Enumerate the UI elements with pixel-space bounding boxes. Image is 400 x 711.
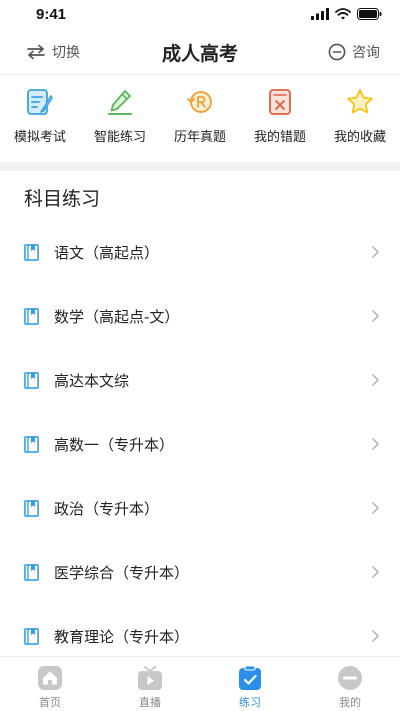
chevron-right-icon <box>372 438 379 450</box>
wifi-icon <box>335 8 351 20</box>
shortcut-label: 我的收藏 <box>333 130 386 145</box>
tab-profile[interactable]: 我的 <box>300 665 400 710</box>
shortcut-label: 我的错题 <box>253 130 306 145</box>
shortcut-favorites[interactable]: 我的收藏 <box>320 84 400 145</box>
star-icon <box>347 89 373 114</box>
shortcut-smart-practice[interactable]: 智能练习 <box>80 84 160 145</box>
battery-icon <box>357 8 382 20</box>
mock-exam-icon <box>27 89 53 115</box>
subject-label: 医学综合（专升本） <box>54 564 190 582</box>
bottom-tab-bar: 首页 直播 练习 我的 <box>0 656 400 711</box>
home-icon <box>38 666 62 690</box>
subject-label: 政治（专升本） <box>54 500 160 518</box>
subject-list: 语文（高起点） 数学（高起点-文） 高达本文综 高数一（专升本） 政治（专升本）… <box>0 220 400 668</box>
subject-item[interactable]: 数学（高起点-文） <box>0 284 400 348</box>
live-icon <box>138 666 162 690</box>
chevron-right-icon <box>372 246 379 258</box>
shortcut-label: 模拟考试 <box>13 130 66 145</box>
shortcut-label: 历年真题 <box>173 130 226 145</box>
status-icons <box>311 8 382 20</box>
book-icon <box>24 436 39 453</box>
chevron-right-icon <box>372 502 379 514</box>
consult-icon <box>328 43 346 61</box>
shortcut-past-exams[interactable]: 历年真题 <box>160 84 240 145</box>
book-icon <box>24 244 39 261</box>
nav-bar: 切换 成人高考 咨询 <box>0 30 400 75</box>
section-divider <box>0 162 400 171</box>
subject-item[interactable]: 政治（专升本） <box>0 476 400 540</box>
book-icon <box>24 500 39 517</box>
subject-item[interactable]: 高数一（专升本） <box>0 412 400 476</box>
tab-live[interactable]: 直播 <box>100 665 200 710</box>
shortcut-mock-exam[interactable]: 模拟考试 <box>0 84 80 145</box>
tab-home[interactable]: 首页 <box>0 665 100 710</box>
book-icon <box>24 564 39 581</box>
subject-item[interactable]: 高达本文综 <box>0 348 400 412</box>
subject-label: 语文（高起点） <box>54 244 160 262</box>
subject-item[interactable]: 医学综合（专升本） <box>0 540 400 604</box>
profile-icon <box>338 666 362 690</box>
subject-label: 数学（高起点-文） <box>54 308 180 326</box>
consult-label: 咨询 <box>352 45 380 61</box>
pencil-icon <box>108 90 132 115</box>
practice-icon <box>239 665 261 690</box>
consult-button[interactable]: 咨询 <box>328 42 380 62</box>
section-title: 科目练习 <box>24 188 101 210</box>
wrong-questions-icon <box>269 89 291 115</box>
shortcut-wrong-questions[interactable]: 我的错题 <box>240 84 320 145</box>
history-exam-icon <box>187 91 212 113</box>
tab-practice[interactable]: 练习 <box>200 665 300 710</box>
chevron-right-icon <box>372 310 379 322</box>
book-icon <box>24 372 39 389</box>
shortcut-row: 模拟考试 智能练习 历年真题 我的错题 我的收藏 <box>0 84 400 154</box>
book-icon <box>24 628 39 645</box>
subject-label: 高数一（专升本） <box>54 436 175 454</box>
tab-label: 直播 <box>139 696 161 709</box>
chevron-right-icon <box>372 374 379 386</box>
subject-item[interactable]: 语文（高起点） <box>0 220 400 284</box>
signal-icon <box>311 8 329 20</box>
status-time: 9:41 <box>36 6 67 23</box>
status-bar: 9:41 <box>0 0 400 30</box>
tab-label: 练习 <box>239 696 261 709</box>
book-icon <box>24 308 39 325</box>
subject-label: 高达本文综 <box>54 372 130 390</box>
chevron-right-icon <box>372 630 379 642</box>
tab-label: 首页 <box>39 696 61 709</box>
tab-label: 我的 <box>339 696 361 709</box>
chevron-right-icon <box>372 566 379 578</box>
subject-label: 教育理论（专升本） <box>54 628 190 646</box>
shortcut-label: 智能练习 <box>93 130 146 145</box>
